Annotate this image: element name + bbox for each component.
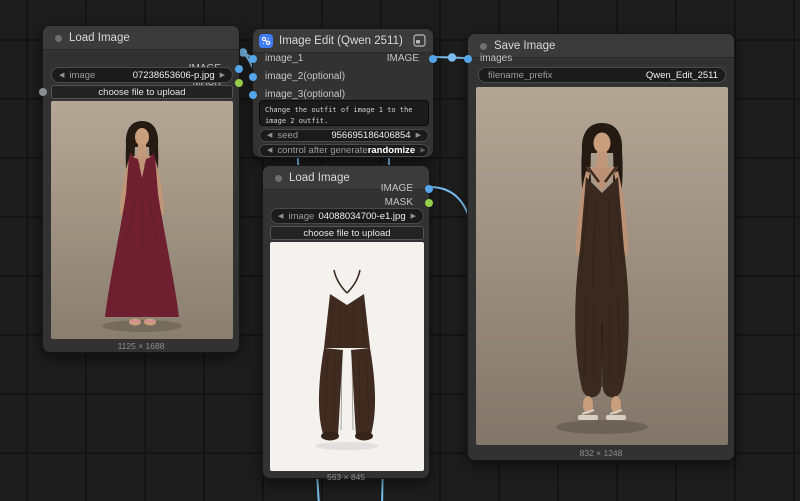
node-save-image[interactable]: Save Image images filename_prefix Qwen_E… <box>464 33 735 461</box>
output-port-image[interactable] <box>425 185 433 193</box>
widget-value: randomize <box>367 145 416 156</box>
widget-value: 07238653606-p.jpg <box>132 69 215 81</box>
widget-value: Qwen_Edit_2511 <box>645 69 718 81</box>
widget-label: filename_prefix <box>488 69 553 81</box>
output-port-image[interactable] <box>235 65 243 73</box>
widget-label: image <box>69 69 96 81</box>
collapse-dot[interactable] <box>55 35 62 42</box>
node-title: Save Image <box>494 40 556 52</box>
combo-prev-arrow[interactable]: ◀ <box>278 213 283 220</box>
choose-file-button[interactable]: choose file to upload <box>270 226 424 240</box>
combo-prev-arrow[interactable]: ◀ <box>59 72 64 79</box>
collapse-dot[interactable] <box>275 175 282 182</box>
image-combo-widget[interactable]: ◀ image 04088034700-e1.jpg ▶ <box>270 208 424 224</box>
node-header[interactable]: Image Edit (Qwen 2511) <box>253 29 433 53</box>
picture-in-picture-icon[interactable] <box>413 34 426 52</box>
image-combo-widget[interactable]: ◀ image 07238653606-p.jpg ▶ <box>51 67 233 83</box>
combo-next-arrow[interactable]: ▶ <box>411 213 416 220</box>
image-dimensions: 832 × 1248 <box>579 448 623 458</box>
control-next-arrow[interactable]: ▶ <box>420 147 425 154</box>
link-midpoint-dot <box>238 48 248 57</box>
link-midpoint-dot <box>447 53 457 62</box>
combo-next-arrow[interactable]: ▶ <box>220 72 225 79</box>
control-prev-arrow[interactable]: ◀ <box>267 147 272 154</box>
image-dimensions: 1125 × 1688 <box>117 341 165 351</box>
image-dimensions: 563 × 845 <box>326 472 366 482</box>
output-label-image: IMAGE <box>380 183 413 194</box>
output-label-mask: MASK <box>384 197 413 208</box>
output-port-image[interactable] <box>429 55 437 63</box>
api-node-badge-icon <box>259 34 273 53</box>
upload-widget-port[interactable] <box>39 88 47 96</box>
node-image-edit-qwen[interactable]: Image Edit (Qwen 2511) image_1 image_2(o… <box>249 28 437 158</box>
node-load-image-1[interactable]: Load Image IMAGE MASK ◀ image 0723865360… <box>39 25 243 353</box>
seed-decrement-arrow[interactable]: ◀ <box>267 132 272 139</box>
input-label-images: images <box>480 53 513 64</box>
output-label-image: IMAGE <box>386 53 419 64</box>
input-port-image-2[interactable] <box>249 73 257 81</box>
filename-prefix-widget[interactable]: filename_prefix Qwen_Edit_2511 <box>478 67 726 83</box>
widget-value: 956695186406854 <box>331 130 411 141</box>
image-preview-dress <box>51 101 233 339</box>
node-header[interactable]: Load Image <box>43 26 239 50</box>
widget-label: image <box>288 210 315 222</box>
node-title: Load Image <box>289 172 350 184</box>
node-graph-canvas[interactable]: Load Image IMAGE MASK ◀ image 0723865360… <box>0 0 800 501</box>
input-port-image-3[interactable] <box>249 91 257 99</box>
node-load-image-2[interactable]: Load Image IMAGE MASK ◀ image 0408803470… <box>262 165 433 482</box>
input-port-images[interactable] <box>464 55 472 63</box>
output-port-mask[interactable] <box>235 79 243 87</box>
output-port-mask[interactable] <box>425 199 433 207</box>
choose-file-button[interactable]: choose file to upload <box>51 85 233 99</box>
collapse-dot[interactable] <box>480 43 487 50</box>
node-title: Load Image <box>69 32 130 44</box>
input-label-image-2: image_2(optional) <box>265 71 346 82</box>
node-title: Image Edit (Qwen 2511) <box>279 35 403 47</box>
image-preview-result <box>476 87 728 445</box>
prompt-textarea[interactable]: Change the outfit of image 1 to the imag… <box>259 100 429 126</box>
input-port-image-1[interactable] <box>249 55 257 63</box>
control-after-generate-widget[interactable]: ◀ control after generate randomize ▶ <box>259 144 429 157</box>
seed-increment-arrow[interactable]: ▶ <box>416 132 421 139</box>
widget-value: 04088034700-e1.jpg <box>318 210 406 222</box>
image-preview-jumpsuit-product <box>270 242 424 471</box>
widget-label: seed <box>277 130 298 141</box>
input-label-image-1: image_1 <box>265 53 304 64</box>
widget-label: control after generate <box>277 145 368 156</box>
input-label-image-3: image_3(optional) <box>265 89 346 100</box>
seed-widget[interactable]: ◀ seed 956695186406854 ▶ <box>259 129 429 142</box>
